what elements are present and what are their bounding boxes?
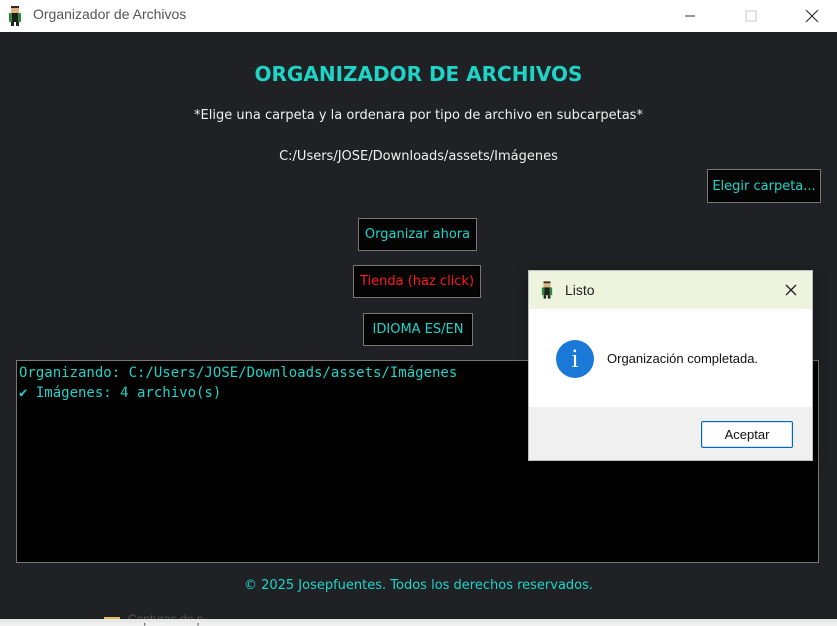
dialog-title: Listo: [565, 282, 595, 298]
minimize-button[interactable]: [667, 0, 713, 32]
maximize-button[interactable]: [728, 0, 774, 32]
store-button[interactable]: Tienda (haz click): [353, 265, 481, 298]
page-title: ORGANIZADOR DE ARCHIVOS: [254, 62, 583, 86]
dialog-message: Organización completada.: [607, 351, 759, 366]
close-button[interactable]: [789, 0, 835, 32]
completion-dialog: Listo i Organización completada. Aceptar: [528, 270, 813, 461]
language-toggle-button[interactable]: IDIOMA ES/EN: [363, 313, 473, 346]
app-icon: [541, 281, 553, 299]
info-icon: i: [556, 340, 594, 378]
dialog-titlebar: Listo: [529, 271, 812, 309]
window-titlebar: Organizador de Archivos: [0, 0, 837, 32]
close-icon: [785, 284, 797, 296]
window-title: Organizador de Archivos: [33, 6, 187, 22]
copyright-footer: © 2025 Josepfuentes. Todos los derechos …: [243, 578, 594, 593]
selected-folder-path: C:/Users/JOSE/Downloads/assets/Imágenes: [279, 149, 558, 164]
background-window-strip: [0, 619, 837, 623]
minimize-icon: [685, 15, 695, 17]
close-icon: [805, 9, 819, 23]
organize-now-button[interactable]: Organizar ahora: [358, 218, 477, 251]
dialog-close-button[interactable]: [779, 278, 803, 302]
maximize-icon: [745, 10, 757, 22]
app-icon: [9, 6, 21, 26]
choose-folder-button[interactable]: Elegir carpeta...: [707, 169, 821, 203]
instructions-text: *Elige una carpeta y la ordenara por tip…: [194, 108, 643, 123]
accept-button[interactable]: Aceptar: [701, 421, 793, 448]
